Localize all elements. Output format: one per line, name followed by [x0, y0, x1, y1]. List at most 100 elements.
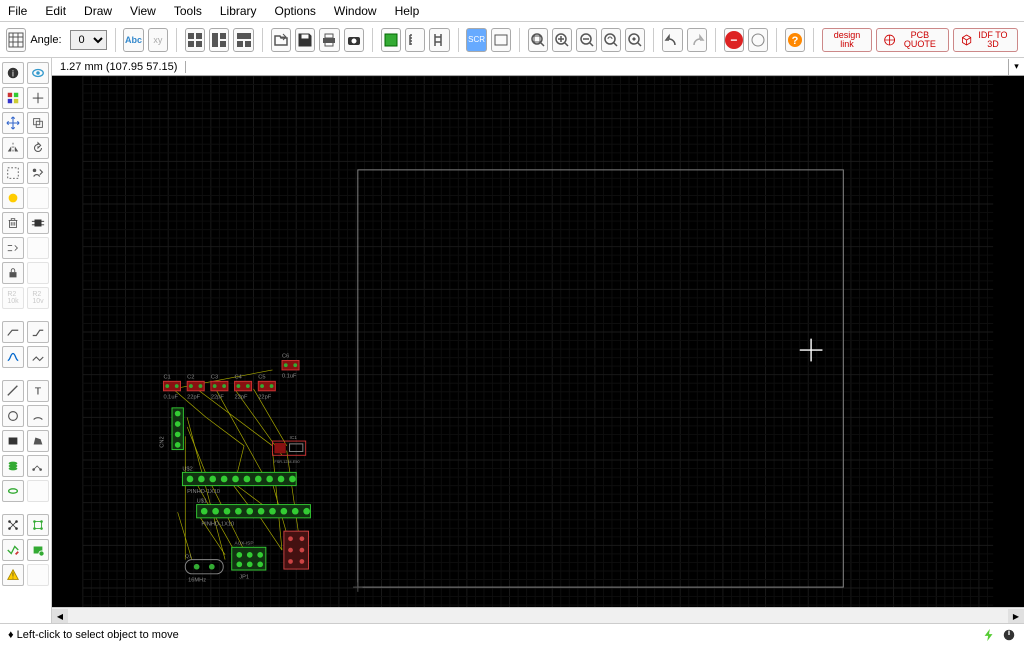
svg-text:Q1: Q1	[185, 554, 192, 560]
route-tool[interactable]	[2, 346, 24, 368]
ratsnest-tool[interactable]	[2, 514, 24, 536]
gateswap-tool[interactable]	[27, 237, 49, 259]
lock-tool[interactable]	[2, 262, 24, 284]
errors-tool[interactable]: !	[2, 564, 24, 586]
svg-text:AUX-ISP: AUX-ISP	[235, 540, 254, 546]
svg-text:T: T	[35, 386, 42, 398]
circle-tool[interactable]	[2, 405, 24, 427]
mirror-tool[interactable]	[2, 137, 24, 159]
add-tool[interactable]	[27, 212, 49, 234]
svg-text:PINHD-1X10: PINHD-1X10	[201, 521, 234, 527]
via-tool[interactable]	[2, 455, 24, 477]
attribute-tool[interactable]	[27, 480, 49, 502]
ripup-tool[interactable]	[27, 346, 49, 368]
rect-tool[interactable]	[2, 430, 24, 452]
print-button[interactable]	[319, 28, 339, 52]
horizontal-scrollbar[interactable]: ◀ ▶	[52, 607, 1024, 623]
menu-options[interactable]: Options	[275, 4, 316, 18]
text-tool[interactable]: T	[27, 380, 49, 402]
erc-tool[interactable]	[2, 539, 24, 561]
show-tool[interactable]	[27, 62, 49, 84]
stop-button[interactable]: −	[724, 28, 744, 52]
command-input[interactable]	[186, 58, 1008, 75]
delete-tool[interactable]	[2, 212, 24, 234]
layout3-button[interactable]	[233, 28, 253, 52]
pcb-canvas[interactable]: C10.1uFC222pFC322pFC422pFC522pFC60.1uFU$…	[52, 76, 1024, 607]
undo-button[interactable]	[662, 28, 682, 52]
menu-view[interactable]: View	[130, 4, 156, 18]
pinswap-tool[interactable]	[2, 237, 24, 259]
menu-draw[interactable]: Draw	[84, 4, 112, 18]
pcb-quote-button[interactable]: PCB QUOTE	[876, 28, 949, 52]
drc-tool[interactable]	[27, 539, 49, 561]
design-link-button[interactable]: design link	[822, 28, 871, 52]
move-tool[interactable]	[2, 112, 24, 134]
save-button[interactable]	[295, 28, 315, 52]
smash-tool[interactable]	[27, 262, 49, 284]
angle-select[interactable]: 0	[70, 30, 107, 50]
align-button[interactable]	[429, 28, 449, 52]
power-icon	[1002, 628, 1016, 642]
layout1-button[interactable]	[185, 28, 205, 52]
mark-tool[interactable]	[27, 87, 49, 109]
svg-text:FSR-1234-E50: FSR-1234-E50	[274, 460, 299, 464]
svg-text:22pF: 22pF	[235, 394, 248, 400]
idf-3d-button[interactable]: IDF TO 3D	[953, 28, 1018, 52]
info-tool[interactable]: i	[2, 62, 24, 84]
cut-tool[interactable]	[27, 187, 49, 209]
open-button[interactable]	[271, 28, 291, 52]
value-tool[interactable]: R210v	[27, 287, 49, 309]
command-dropdown[interactable]: ▾	[1008, 59, 1024, 75]
name-tool[interactable]: R210k	[2, 287, 24, 309]
menu-window[interactable]: Window	[334, 4, 377, 18]
svg-text:0.1uF: 0.1uF	[282, 374, 297, 380]
zoom-in-button[interactable]	[552, 28, 572, 52]
arc-tool[interactable]	[27, 405, 49, 427]
auto-tool[interactable]	[27, 514, 49, 536]
layout2-button[interactable]	[209, 28, 229, 52]
status-text: ♦ Left-click to select object to move	[8, 629, 179, 641]
redo-button[interactable]	[687, 28, 707, 52]
svg-text:i: i	[12, 69, 14, 79]
svg-text:C6: C6	[282, 354, 289, 360]
menu-file[interactable]: File	[8, 4, 27, 18]
layers-tool[interactable]	[2, 87, 24, 109]
blank-tool	[27, 564, 49, 586]
go-button[interactable]	[748, 28, 768, 52]
menu-edit[interactable]: Edit	[45, 4, 66, 18]
hole-tool[interactable]	[2, 480, 24, 502]
svg-text:22pF: 22pF	[187, 394, 200, 400]
grid-settings-button[interactable]	[6, 28, 26, 52]
menu-library[interactable]: Library	[220, 4, 257, 18]
run-button[interactable]	[491, 28, 511, 52]
cam-button[interactable]	[344, 28, 364, 52]
split-tool[interactable]	[2, 321, 24, 343]
svg-text:C3: C3	[211, 374, 218, 380]
zoom-redraw-button[interactable]	[601, 28, 621, 52]
menu-tools[interactable]: Tools	[174, 4, 202, 18]
zoom-fit-button[interactable]	[528, 28, 548, 52]
signal-tool[interactable]	[27, 455, 49, 477]
zoom-out-button[interactable]	[576, 28, 596, 52]
scroll-left-icon[interactable]: ◀	[52, 609, 68, 623]
change-tool[interactable]	[27, 162, 49, 184]
script-button[interactable]: SCR	[466, 28, 486, 52]
bolt-icon	[982, 628, 996, 642]
wire-tool[interactable]	[2, 380, 24, 402]
polygon-tool[interactable]	[27, 430, 49, 452]
zoom-select-button[interactable]	[625, 28, 645, 52]
paste-tool[interactable]	[2, 187, 24, 209]
rotate-tool[interactable]	[27, 137, 49, 159]
board-button[interactable]	[381, 28, 401, 52]
help-button[interactable]: ?	[785, 28, 805, 52]
copy-tool[interactable]	[27, 112, 49, 134]
miter-tool[interactable]	[27, 321, 49, 343]
scroll-right-icon[interactable]: ▶	[1008, 609, 1024, 623]
name-label-button[interactable]: Abc	[123, 28, 143, 52]
group-tool[interactable]	[2, 162, 24, 184]
svg-text:C2: C2	[187, 374, 194, 380]
ruler-button[interactable]	[405, 28, 425, 52]
svg-text:C4: C4	[235, 374, 242, 380]
menu-help[interactable]: Help	[395, 4, 420, 18]
value-label-button[interactable]: xy	[148, 28, 168, 52]
